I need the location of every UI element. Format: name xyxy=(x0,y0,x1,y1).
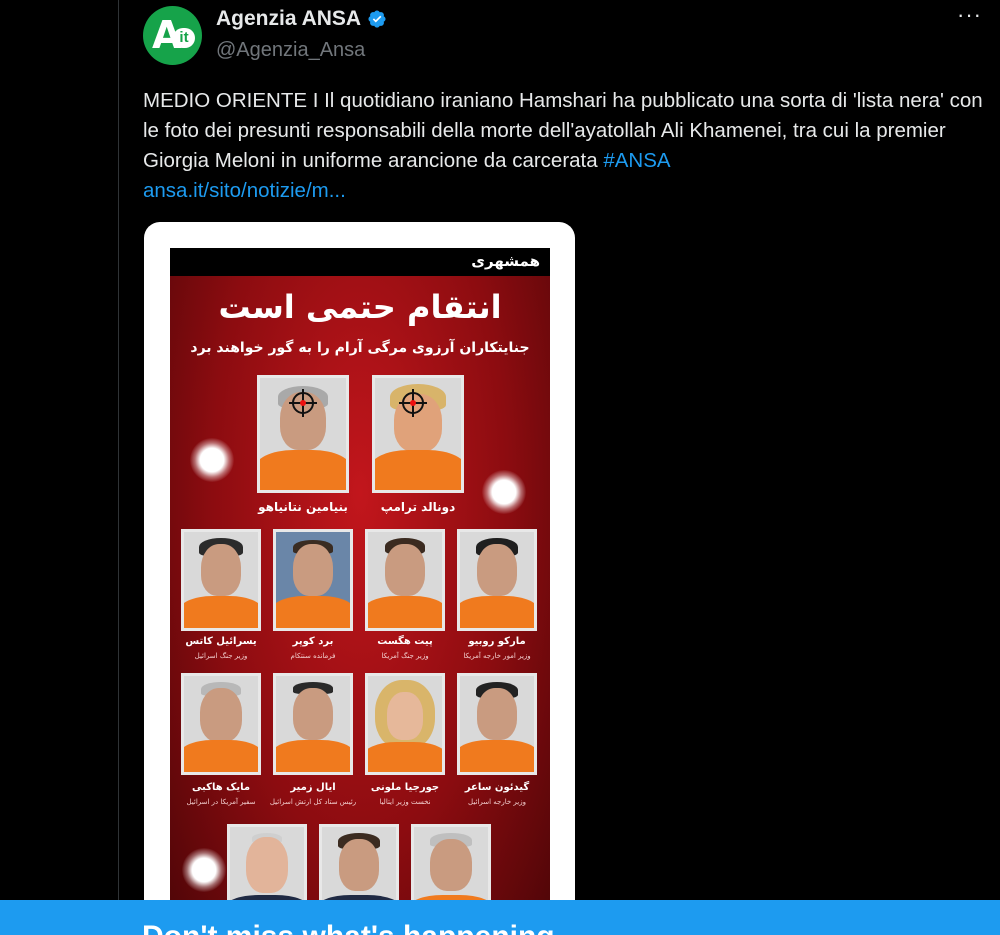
mugshot-role: رئیس ستاد کل ارتش اسرائیل xyxy=(269,798,357,806)
poster-headline: انتقام حتمی است xyxy=(218,288,502,326)
handle[interactable]: @Agenzia_Ansa xyxy=(216,39,365,62)
tweet-text: MEDIO ORIENTE I Il quotidiano iraniano H… xyxy=(143,86,993,206)
masthead-logo: همشهری xyxy=(471,252,540,270)
avatar[interactable]: A it xyxy=(143,6,202,65)
mugshot-role: نخست وزیر ایتالیا xyxy=(379,798,431,806)
hashtag-link[interactable]: #ANSA xyxy=(603,149,670,172)
phone-frame: همشهری انتقام حتمی است جنایتکاران آرزوی … xyxy=(144,222,575,935)
left-rail xyxy=(0,0,119,935)
tweet-body: MEDIO ORIENTE I Il quotidiano iraniano H… xyxy=(143,89,983,172)
mugshot-name: بنیامین نتانیاهو xyxy=(258,500,348,514)
mugshot xyxy=(457,673,537,775)
mugshot-role: وزیر خارجه اسرائیل xyxy=(468,798,526,806)
crosshair-icon xyxy=(289,389,317,417)
poster-masthead: همشهری xyxy=(170,248,550,276)
bullet-hole-icon xyxy=(482,470,526,514)
mugshot-name: جورجیا ملونی xyxy=(370,782,440,793)
mugshot xyxy=(273,673,353,775)
mugshot-role: سفیر آمریکا در اسرائیل xyxy=(186,798,256,806)
poster-subhead: جنایتکاران آرزوی مرگی آرام را به گور خوا… xyxy=(190,340,530,356)
mugshot-role: فرمانده سنتکام xyxy=(290,652,336,660)
mugshot-name: مایک هاکبی xyxy=(191,782,251,793)
crosshair-icon xyxy=(399,389,427,417)
mugshot xyxy=(365,529,445,631)
mugshot-role: وزیر جنگ اسرائیل xyxy=(194,652,248,660)
article-link[interactable]: ansa.it/sito/notizie/m... xyxy=(143,179,346,202)
mugshot xyxy=(457,529,537,631)
mugshot-name: ایال زمیر xyxy=(290,782,336,793)
mugshot-name: مارکو روبیو xyxy=(468,636,526,647)
mugshot xyxy=(181,673,261,775)
avatar-logo-suffix: it xyxy=(173,28,195,48)
banner-heading: Don't miss what's happening xyxy=(142,920,555,935)
mugshot-role: وزیر جنگ آمریکا xyxy=(381,652,429,660)
tweet-media-image[interactable]: همشهری انتقام حتمی است جنایتکاران آرزوی … xyxy=(143,222,576,935)
more-options-icon[interactable]: ··· xyxy=(957,2,982,28)
mugshot-name: پیت هگست xyxy=(377,636,433,647)
mugshot xyxy=(181,529,261,631)
mugshot-name: دونالد ترامپ xyxy=(380,500,456,514)
mugshot xyxy=(365,673,445,775)
display-name[interactable]: Agenzia ANSA xyxy=(216,7,361,31)
bullet-hole-icon xyxy=(190,438,234,482)
name-line: Agenzia ANSA xyxy=(216,7,387,31)
mugshot-name: برد کوپر xyxy=(292,636,334,647)
signup-banner[interactable]: Don't miss what's happening xyxy=(0,900,1000,935)
mugshot-name: یسرائیل کاتس xyxy=(185,636,257,647)
mugshot xyxy=(273,529,353,631)
verified-badge-icon[interactable] xyxy=(367,9,387,29)
bullet-hole-icon xyxy=(182,848,226,892)
mugshot-role: وزیر امور خارجه آمریکا xyxy=(463,652,531,660)
newspaper-poster: همشهری انتقام حتمی است جنایتکاران آرزوی … xyxy=(170,248,550,935)
tweet[interactable]: A it Agenzia ANSA @Agenzia_Ansa ··· MEDI… xyxy=(119,0,1000,935)
mugshot-name: گیدئون ساعر xyxy=(464,782,530,793)
